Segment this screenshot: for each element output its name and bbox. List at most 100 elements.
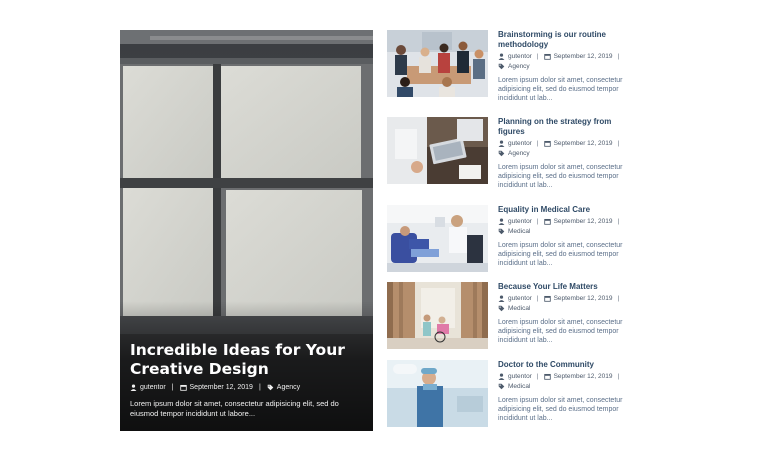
post-title[interactable]: Brainstorming is our routine methodology [498,30,632,50]
post-excerpt: Lorem ipsum dolor sit amet, consectetur … [498,397,623,423]
post-title[interactable]: Equality in Medical Care [498,205,632,215]
post-category-name: Medical [508,228,531,235]
featured-category-name: Agency [276,384,301,391]
post-date[interactable]: September 12, 2019 [543,53,613,60]
featured-post-card[interactable]: Incredible Ideas for Your Creative Desig… [120,30,373,431]
calendar-icon [543,140,551,147]
featured-date-text: September 12, 2019 [189,384,253,391]
list-item: Because Your Life Matters gutentor | Sep… [387,282,632,350]
calendar-icon [543,295,551,302]
post-category-name: Agency [508,150,530,157]
list-item: Equality in Medical Care gutentor | Sept… [387,205,632,273]
tag-icon [498,383,505,390]
post-author-name: gutentor [508,53,532,60]
meta-separator: | [536,53,539,60]
list-item: Brainstorming is our routine methodology… [387,30,632,102]
post-date-text: September 12, 2019 [553,373,613,380]
featured-category[interactable]: Agency [267,384,300,391]
featured-post-title[interactable]: Incredible Ideas for Your Creative Desig… [130,341,363,379]
post-excerpt: Lorem ipsum dolor sit amet, consectetur … [498,319,623,345]
meta-separator: | [536,140,539,147]
post-meta: gutentor | September 12, 2019 | [498,140,632,147]
post-date[interactable]: September 12, 2019 [543,218,613,225]
post-category[interactable]: Agency [498,63,632,70]
featured-author[interactable]: gutentor [130,384,166,391]
post-thumbnail[interactable] [387,117,488,184]
meta-separator: | [617,218,620,225]
tag-icon [267,384,274,391]
post-excerpt: Lorem ipsum dolor sit amet, consectetur … [498,242,623,268]
post-meta: gutentor | September 12, 2019 | [498,53,632,60]
meta-separator: | [536,218,539,225]
tag-icon [498,150,505,157]
list-item: Planning on the strategy from figures gu… [387,117,632,189]
post-author[interactable]: gutentor [498,373,532,380]
calendar-icon [179,384,187,391]
user-icon [498,53,505,60]
post-title[interactable]: Because Your Life Matters [498,282,632,292]
tag-icon [498,305,505,312]
post-meta: gutentor | September 12, 2019 | [498,295,632,302]
post-title[interactable]: Planning on the strategy from figures [498,117,632,137]
featured-date[interactable]: September 12, 2019 [179,384,253,391]
featured-post-text: Incredible Ideas for Your Creative Desig… [130,341,363,419]
post-author-name: gutentor [508,218,532,225]
post-author[interactable]: gutentor [498,53,532,60]
post-date-text: September 12, 2019 [553,53,613,60]
post-body: Equality in Medical Care gutentor | Sept… [498,205,632,269]
meta-separator: | [617,53,620,60]
post-category-name: Agency [508,63,530,70]
post-category[interactable]: Medical [498,228,632,235]
post-thumbnail[interactable] [387,360,488,427]
meta-separator: | [617,373,620,380]
user-icon [498,218,505,225]
user-icon [498,140,505,147]
featured-author-name: gutentor [140,384,166,391]
post-category[interactable]: Agency [498,150,632,157]
calendar-icon [543,373,551,380]
post-author-name: gutentor [508,295,532,302]
post-body: Doctor to the Community gutentor | Septe… [498,360,632,424]
post-meta: gutentor | September 12, 2019 | [498,218,632,225]
post-body: Planning on the strategy from figures gu… [498,117,632,191]
meta-separator: | [617,140,620,147]
post-author[interactable]: gutentor [498,218,532,225]
post-date-text: September 12, 2019 [553,140,613,147]
post-thumbnail[interactable] [387,30,488,97]
featured-post-excerpt: Lorem ipsum dolor sit amet, consectetur … [130,399,339,418]
post-date-text: September 12, 2019 [553,295,613,302]
post-body: Because Your Life Matters gutentor | Sep… [498,282,632,346]
featured-post-meta: gutentor | September 12, 2019 | Agency [130,384,363,391]
meta-separator: | [258,384,261,391]
post-category[interactable]: Medical [498,305,632,312]
post-category-name: Medical [508,383,531,390]
post-body: Brainstorming is our routine methodology… [498,30,632,104]
user-icon [130,384,137,391]
post-author-name: gutentor [508,140,532,147]
meta-separator: | [171,384,174,391]
post-author[interactable]: gutentor [498,140,532,147]
post-date[interactable]: September 12, 2019 [543,295,613,302]
calendar-icon [543,218,551,225]
post-thumbnail[interactable] [387,282,488,349]
post-meta: gutentor | September 12, 2019 | [498,373,632,380]
meta-separator: | [536,373,539,380]
tag-icon [498,63,505,70]
post-category-name: Medical [508,305,531,312]
post-author[interactable]: gutentor [498,295,532,302]
user-icon [498,373,505,380]
calendar-icon [543,53,551,60]
list-item: Doctor to the Community gutentor | Septe… [387,360,632,428]
post-date-text: September 12, 2019 [553,218,613,225]
tag-icon [498,228,505,235]
post-excerpt: Lorem ipsum dolor sit amet, consectetur … [498,164,623,190]
meta-separator: | [617,295,620,302]
post-author-name: gutentor [508,373,532,380]
post-date[interactable]: September 12, 2019 [543,373,613,380]
post-excerpt: Lorem ipsum dolor sit amet, consectetur … [498,77,623,103]
post-title[interactable]: Doctor to the Community [498,360,632,370]
post-category[interactable]: Medical [498,383,632,390]
post-date[interactable]: September 12, 2019 [543,140,613,147]
post-thumbnail[interactable] [387,205,488,272]
user-icon [498,295,505,302]
